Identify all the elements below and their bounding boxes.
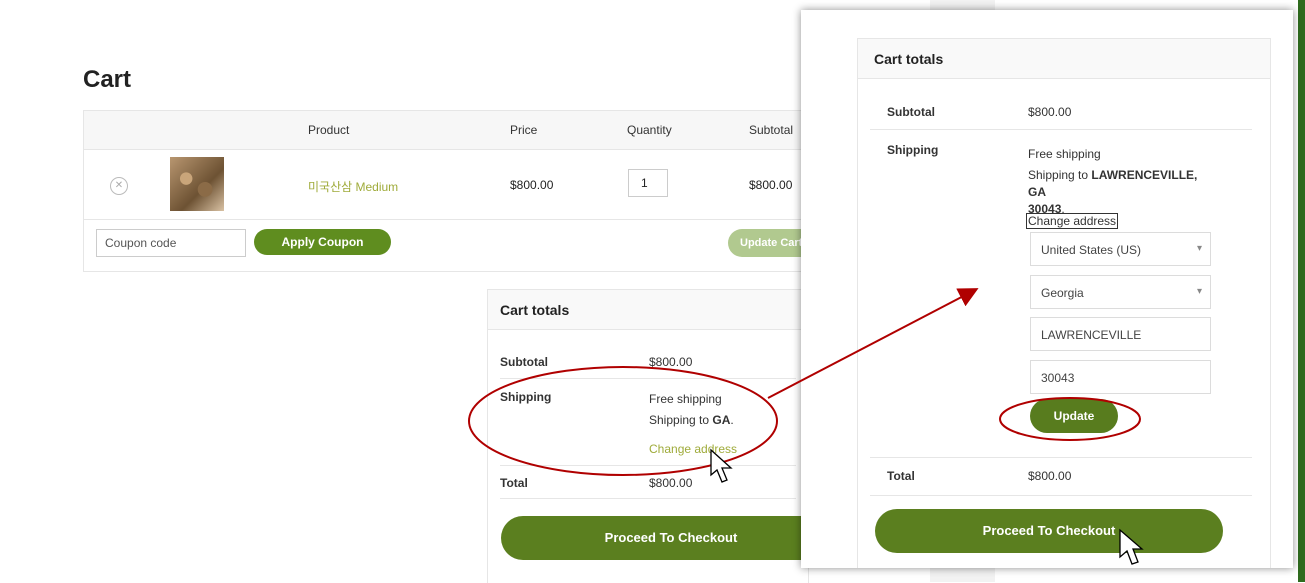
subtotal-value: $800.00	[1028, 105, 1072, 119]
change-address-link[interactable]: Change address	[1026, 213, 1119, 229]
shipping-method: Free shipping	[1028, 147, 1101, 161]
cart-table-header: Product Price Quantity Subtotal	[84, 111, 814, 150]
shipping-label: Shipping	[887, 143, 939, 157]
zoomed-cart-totals-callout: Cart totals Subtotal $800.00 Shipping Fr…	[801, 10, 1293, 568]
chevron-down-icon: ▾	[1196, 286, 1202, 297]
subtotal-label: Subtotal	[500, 355, 548, 369]
coupon-input[interactable]: Coupon code	[96, 229, 246, 257]
total-value: $800.00	[649, 476, 693, 490]
divider	[500, 465, 796, 466]
subtotal-label: Subtotal	[887, 105, 935, 119]
divider	[870, 129, 1252, 130]
product-subtotal: $800.00	[749, 178, 793, 192]
update-address-button[interactable]: Update	[1030, 399, 1118, 433]
header-price: Price	[510, 123, 538, 137]
shipping-destination: Shipping to LAWRENCEVILLE, GA 30043.	[1028, 168, 1198, 216]
table-row: ✕ 미국산삼 Medium $800.00 1 $800.00	[84, 149, 814, 220]
page-title: Cart	[83, 66, 132, 93]
divider	[500, 378, 796, 379]
country-select[interactable]: United States (US) ▾	[1030, 232, 1211, 266]
subtotal-value: $800.00	[649, 355, 693, 369]
total-value: $800.00	[1028, 469, 1072, 483]
change-address-link[interactable]: Change address	[649, 442, 737, 456]
zip-input[interactable]: 30043	[1030, 360, 1211, 394]
coupon-row: Coupon code Apply Coupon Update Cart	[84, 219, 814, 269]
header-quantity: Quantity	[627, 123, 672, 137]
shipping-destination: Shipping to GA.	[649, 413, 734, 427]
cart-totals-title: Cart totals	[488, 290, 808, 330]
cart-totals-title: Cart totals	[858, 39, 1270, 79]
shipping-method: Free shipping	[649, 392, 722, 406]
divider	[870, 495, 1252, 496]
divider	[500, 498, 796, 499]
cart-totals-panel-zoomed: Cart totals Subtotal $800.00 Shipping Fr…	[857, 38, 1271, 568]
state-select[interactable]: Georgia ▾	[1030, 275, 1211, 309]
page-edge-accent	[1298, 0, 1305, 582]
shipping-label: Shipping	[500, 390, 552, 404]
total-label: Total	[500, 476, 528, 490]
product-name-link[interactable]: 미국산삼 Medium	[308, 178, 398, 195]
total-label: Total	[887, 469, 915, 483]
header-product: Product	[308, 123, 350, 137]
proceed-to-checkout-button[interactable]: Proceed To Checkout	[501, 516, 841, 560]
city-input[interactable]: LAWRENCEVILLE	[1030, 317, 1211, 351]
cart-totals-panel: Cart totals Subtotal $800.00 Shipping Fr…	[487, 289, 841, 583]
quantity-input[interactable]: 1	[628, 169, 668, 197]
header-subtotal: Subtotal	[749, 123, 794, 137]
close-icon[interactable]: ✕	[110, 177, 128, 195]
divider	[870, 457, 1252, 458]
proceed-to-checkout-button[interactable]: Proceed To Checkout	[875, 509, 1223, 553]
chevron-down-icon: ▾	[1196, 243, 1202, 254]
apply-coupon-button[interactable]: Apply Coupon	[254, 229, 391, 255]
product-price: $800.00	[510, 178, 554, 192]
cart-table: Product Price Quantity Subtotal ✕ 미국산삼 M…	[83, 110, 815, 272]
product-thumbnail[interactable]	[170, 157, 224, 211]
